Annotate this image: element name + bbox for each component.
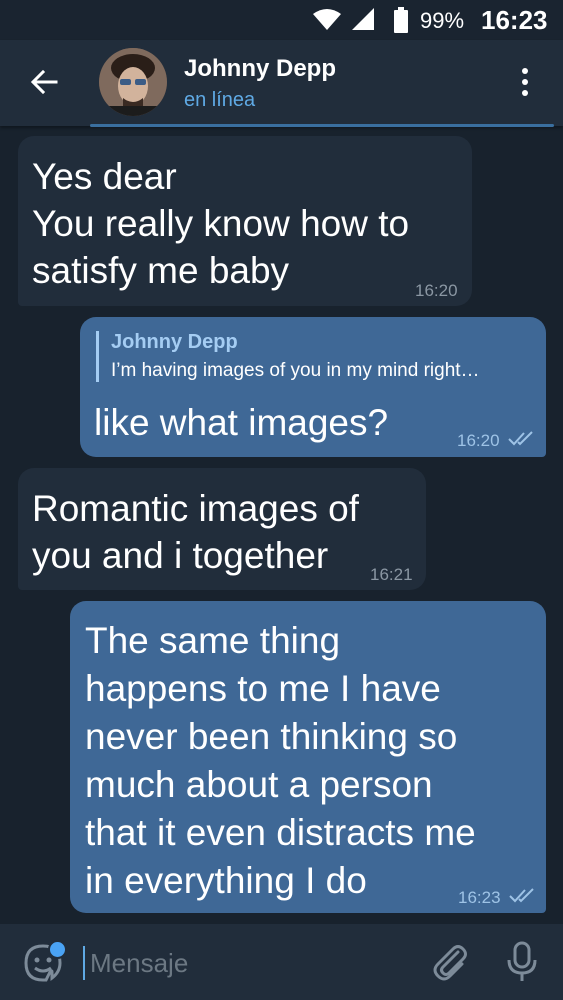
paperclip-icon[interactable]	[430, 942, 470, 982]
chat-header: Johnny Depp en línea	[0, 40, 563, 127]
wifi-icon	[313, 9, 341, 30]
more-options-button[interactable]	[510, 62, 540, 102]
contact-status: en línea	[184, 89, 256, 111]
text-cursor	[83, 946, 85, 980]
outgoing-message[interactable]: Johnny Depp I’m having images of you in …	[80, 317, 546, 457]
message-time: 16:21	[370, 565, 413, 584]
signal-icon	[352, 8, 374, 30]
message-time: 16:20	[415, 281, 458, 300]
message-input-bar	[0, 924, 563, 1000]
contact-name[interactable]: Johnny Depp	[184, 55, 336, 83]
incoming-message[interactable]: Yes dear You really know how to satisfy …	[18, 136, 472, 306]
outgoing-message[interactable]: The same thing happens to me I have neve…	[70, 601, 546, 913]
double-check-icon	[508, 431, 533, 446]
dot-icon	[522, 79, 528, 85]
message-input[interactable]	[88, 942, 392, 984]
message-text: Yes dear You really know how to satisfy …	[32, 156, 410, 291]
back-button[interactable]	[24, 62, 64, 102]
reply-author: Johnny Depp	[111, 331, 238, 353]
double-check-icon	[509, 888, 534, 903]
reply-text: I’m having images of you in my mind righ…	[111, 360, 480, 381]
dot-icon	[522, 68, 528, 74]
clock: 16:23	[481, 5, 548, 35]
dot-icon	[522, 90, 528, 96]
avatar[interactable]	[99, 48, 167, 116]
reply-quote[interactable]: Johnny Depp I’m having images of you in …	[96, 331, 480, 382]
message-text: The same thing happens to me I have neve…	[85, 620, 476, 901]
incoming-message[interactable]: Romantic images of you and i together 16…	[18, 468, 426, 590]
battery-percent: 99%	[420, 8, 465, 33]
message-time: 16:20	[457, 431, 500, 450]
arrow-left-icon	[30, 69, 58, 95]
avatar-photo-icon	[99, 48, 167, 116]
battery-icon	[394, 7, 408, 33]
header-progress-line	[90, 124, 554, 127]
microphone-icon[interactable]	[502, 940, 542, 984]
notification-dot-icon	[48, 940, 67, 959]
message-text: like what images?	[94, 402, 389, 443]
message-text: Romantic images of you and i together	[32, 488, 359, 576]
status-bar: 99% 16:23	[0, 0, 563, 40]
message-time: 16:23	[458, 888, 501, 907]
